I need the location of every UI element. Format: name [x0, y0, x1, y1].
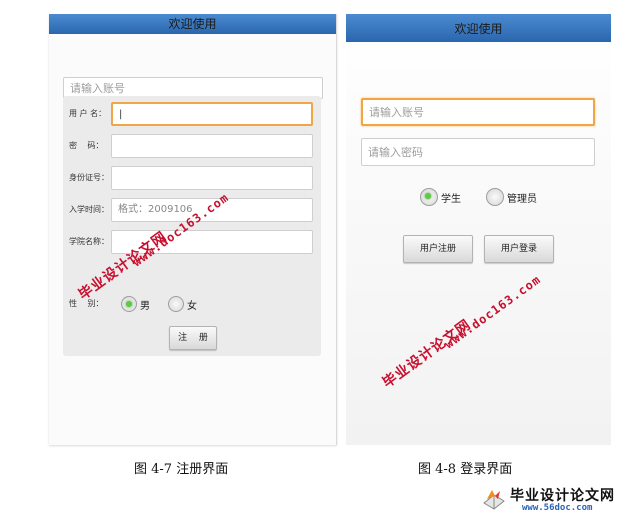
role-admin-label: 管理员 [507, 193, 537, 205]
username-row: 用 户 名： | [63, 102, 321, 126]
gender-male-option[interactable]: 男 [121, 296, 150, 312]
login-account-placeholder: 请输入账号 [369, 106, 424, 119]
college-row: 学院名称： [63, 230, 321, 254]
password-row: 密 码： [63, 134, 321, 158]
idcard-input[interactable] [111, 166, 313, 190]
role-student-label: 学生 [441, 193, 461, 205]
college-label: 学院名称： [69, 237, 109, 246]
logo-name: 毕业设计论文网 [510, 488, 615, 504]
enroll-label: 入学时间： [69, 205, 109, 214]
gender-male-label: 男 [140, 300, 150, 312]
login-password-placeholder: 请输入密码 [368, 146, 423, 159]
gender-female-label: 女 [187, 300, 197, 312]
register-submit-button[interactable]: 注 册 [169, 326, 217, 350]
username-input[interactable]: | [111, 102, 313, 126]
radio-unselected-icon [486, 188, 504, 206]
site-logo: 毕业设计论文网 www.56doc.com [482, 485, 632, 517]
radio-unselected-icon [168, 296, 184, 312]
register-title-bar: 欢迎使用 [49, 14, 336, 34]
login-title-bar: 欢迎使用 [346, 14, 611, 42]
login-account-input[interactable]: 请输入账号 [361, 98, 595, 126]
user-login-button[interactable]: 用户登录 [484, 235, 554, 263]
enroll-placeholder: 格式：2009106 [118, 204, 193, 215]
password-label: 密 码： [69, 141, 104, 150]
idcard-row: 身份证号： [63, 166, 321, 190]
register-account-placeholder: 请输入账号 [70, 82, 125, 95]
role-admin-option[interactable]: 管理员 [486, 188, 537, 206]
radio-selected-icon [420, 188, 438, 206]
book-logo-icon [483, 490, 505, 510]
idcard-label: 身份证号： [69, 173, 109, 182]
login-password-input[interactable]: 请输入密码 [361, 138, 595, 166]
logo-url: www.56doc.com [522, 503, 593, 513]
user-register-button[interactable]: 用户注册 [403, 235, 473, 263]
login-caption: 图 4-8 登录界面 [418, 462, 513, 477]
radio-selected-icon [121, 296, 137, 312]
role-student-option[interactable]: 学生 [420, 188, 461, 206]
username-label: 用 户 名： [69, 109, 107, 118]
register-caption: 图 4-7 注册界面 [134, 462, 229, 477]
gender-female-option[interactable]: 女 [168, 296, 197, 312]
password-input[interactable] [111, 134, 313, 158]
